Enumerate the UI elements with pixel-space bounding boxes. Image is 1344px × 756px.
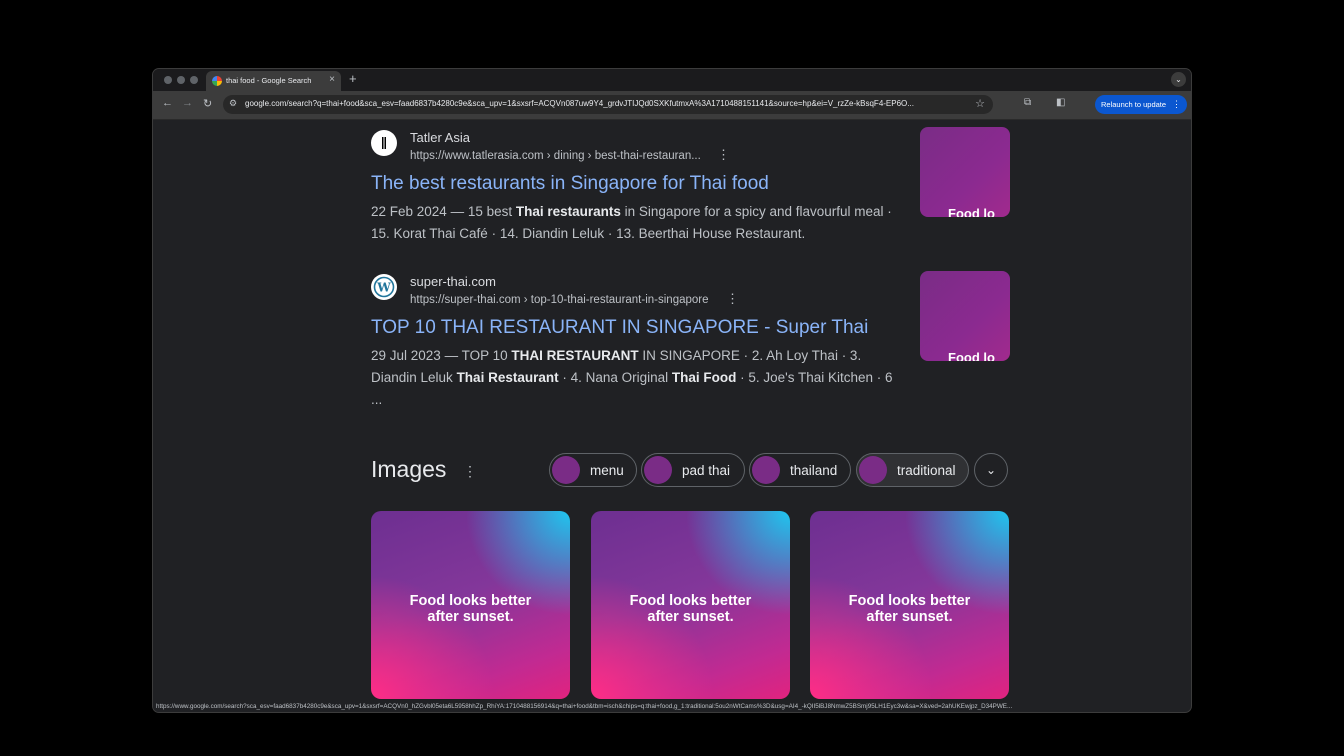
chip-thailand[interactable]: thailand <box>749 453 851 487</box>
chip-pad-thai[interactable]: pad thai <box>641 453 745 487</box>
chip-thumbnail <box>752 456 780 484</box>
site-info-icon[interactable]: ⚙ <box>229 98 237 109</box>
image-card-text: Food looks better after sunset. <box>810 593 1009 625</box>
result-date: 29 Jul 2023 <box>371 348 441 363</box>
more-options-icon[interactable]: ⋮ <box>717 147 730 163</box>
site-name[interactable]: Tatler Asia <box>410 130 470 145</box>
chip-label: traditional <box>897 463 956 478</box>
reload-icon[interactable]: ↻ <box>203 97 212 110</box>
more-options-icon[interactable]: ⋮ <box>726 291 739 307</box>
tab-strip: thai food - Google Search × + ⌄ <box>153 69 1191 91</box>
chip-menu[interactable]: menu <box>549 453 637 487</box>
more-menu-icon: ⋮ <box>1172 99 1181 109</box>
image-text-line: Food looks better <box>629 593 752 609</box>
forward-arrow-icon[interactable]: → <box>182 97 193 109</box>
back-arrow-icon[interactable]: ← <box>162 97 173 109</box>
tab-search-chevron-icon[interactable]: ⌄ <box>1171 72 1186 87</box>
image-text-line: Food looks better <box>409 593 532 609</box>
search-results-page: Tatler Asia https://www.tatlerasia.com ›… <box>153 120 1191 704</box>
toolbar: ← → ↻ ⚙ google.com/search?q=thai+food&sc… <box>153 91 1191 120</box>
side-panel-icon[interactable]: ◧ <box>1056 97 1065 108</box>
search-result: Tatler Asia https://www.tatlerasia.com ›… <box>371 130 911 250</box>
tatler-logo-icon[interactable] <box>371 130 397 156</box>
snippet-text: — 15 best <box>446 204 516 219</box>
images-heading: Images <box>371 456 447 482</box>
tab-title: thai food - Google Search <box>226 76 312 85</box>
result-date: 22 Feb 2024 <box>371 204 447 219</box>
snippet-bold: Thai restaurants <box>515 204 621 219</box>
chip-thumbnail <box>552 456 580 484</box>
address-bar[interactable]: ⚙ google.com/search?q=thai+food&sca_esv=… <box>223 95 993 114</box>
thumbnail-text: Food lo <box>948 350 995 361</box>
relaunch-label: Relaunch to update <box>1101 100 1167 109</box>
snippet-bold: Thai Food <box>671 370 737 385</box>
images-more-options-icon[interactable]: ⋮ <box>463 463 477 480</box>
result-thumbnail[interactable]: Food lo <box>920 271 1010 361</box>
site-name[interactable]: super-thai.com <box>410 274 496 289</box>
result-snippet: 29 Jul 2023 — TOP 10 THAI RESTAURANT IN … <box>371 345 901 411</box>
extensions-puzzle-icon[interactable]: ⧉ <box>1024 97 1031 108</box>
google-favicon-icon <box>212 76 222 86</box>
snippet-text: — TOP 10 <box>440 348 512 363</box>
result-thumbnail[interactable]: Food lo <box>920 127 1010 217</box>
chip-label: menu <box>590 463 624 478</box>
image-result[interactable]: Food looks better after sunset. <box>591 511 790 699</box>
chip-label: pad thai <box>682 463 731 478</box>
tab-close-icon[interactable]: × <box>329 74 335 85</box>
result-title-link[interactable]: The best restaurants in Singapore for Th… <box>371 173 769 195</box>
image-text-line: after sunset. <box>427 609 514 625</box>
svg-text:W: W <box>376 281 391 295</box>
zoom-window-button[interactable] <box>190 76 198 84</box>
image-result[interactable]: Food looks better after sunset. <box>371 511 570 699</box>
image-text-line: after sunset. <box>866 609 953 625</box>
site-url[interactable]: https://www.tatlerasia.com › dining › be… <box>410 150 701 162</box>
search-result: W super-thai.com https://super-thai.com … <box>371 274 911 414</box>
image-card-text: Food looks better after sunset. <box>371 593 570 625</box>
chip-thumbnail <box>644 456 672 484</box>
snippet-text: · 4. Nana Original <box>558 370 672 385</box>
close-window-button[interactable] <box>164 76 172 84</box>
image-text-line: Food looks better <box>848 593 971 609</box>
snippet-bold: Thai Restaurant <box>456 370 559 385</box>
result-title-link[interactable]: TOP 10 THAI RESTAURANT IN SINGAPORE - Su… <box>371 317 868 339</box>
bookmark-star-icon[interactable]: ☆ <box>975 97 985 110</box>
result-snippet: 22 Feb 2024 — 15 best Thai restaurants i… <box>371 201 901 245</box>
image-result[interactable]: Food looks better after sunset. <box>810 511 1009 699</box>
browser-window: thai food - Google Search × + ⌄ ← → ↻ ⚙ … <box>153 69 1191 712</box>
snippet-bold: THAI RESTAURANT <box>511 348 639 363</box>
image-text-line: after sunset. <box>647 609 734 625</box>
minimize-window-button[interactable] <box>177 76 185 84</box>
relaunch-to-update-button[interactable]: Relaunch to update ⋮ <box>1095 95 1187 114</box>
chip-label: thailand <box>790 463 838 478</box>
image-card-text: Food looks better after sunset. <box>591 593 790 625</box>
chip-thumbnail <box>859 456 887 484</box>
wordpress-logo-icon[interactable]: W <box>371 274 397 300</box>
thumbnail-text: Food lo <box>948 206 995 217</box>
url-text[interactable]: google.com/search?q=thai+food&sca_esv=fa… <box>245 99 965 108</box>
site-url[interactable]: https://super-thai.com › top-10-thai-res… <box>410 294 709 306</box>
new-tab-button[interactable]: + <box>349 71 357 86</box>
chip-traditional[interactable]: traditional <box>856 453 969 487</box>
status-bar-url: https://www.google.com/search?sca_esv=fa… <box>153 701 1176 712</box>
tab-thai-food[interactable]: thai food - Google Search × <box>206 71 341 91</box>
chips-expand-chevron-icon[interactable]: ⌄ <box>974 453 1008 487</box>
